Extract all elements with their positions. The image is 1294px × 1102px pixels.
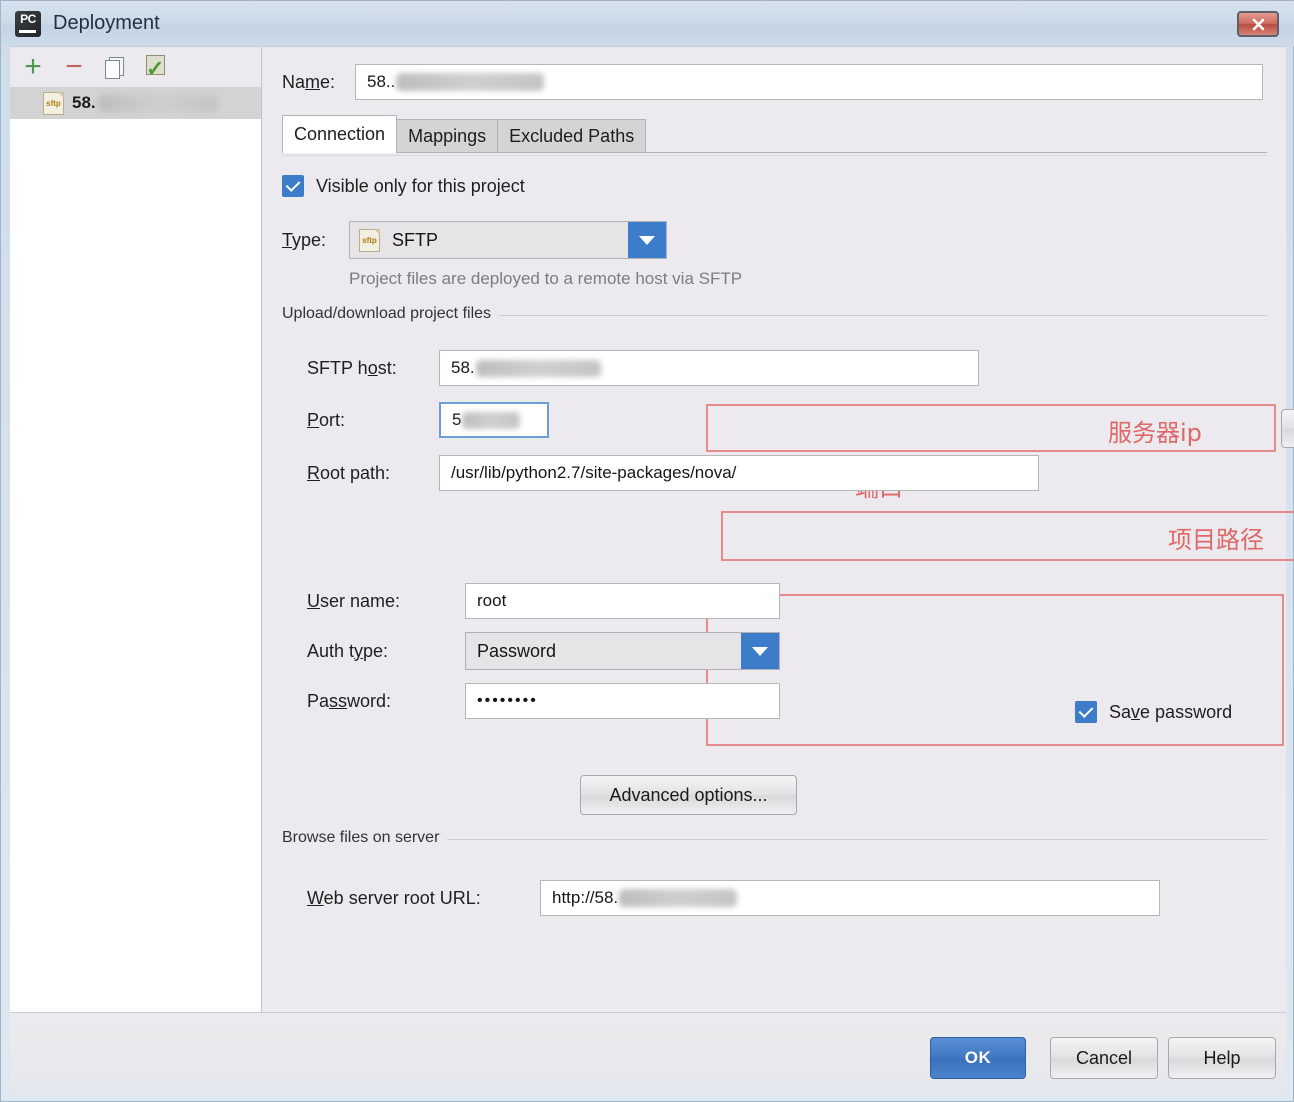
web-server-url-row: Web server root URL: http://58. — [307, 880, 1160, 916]
chevron-down-icon[interactable] — [741, 633, 779, 669]
server-list-toolbar: + − ✓ — [10, 47, 261, 87]
minus-icon: − — [65, 59, 83, 75]
check-icon: ✓ — [146, 59, 164, 79]
web-server-url-label: Web server root URL: — [307, 888, 540, 909]
sftp-host-row: SFTP host: 58. — [307, 350, 979, 386]
dialog-footer: OK Cancel Help — [10, 1012, 1286, 1095]
ok-button[interactable]: OK — [930, 1037, 1026, 1079]
plus-icon: + — [24, 56, 42, 78]
save-password-checkbox[interactable] — [1075, 701, 1097, 723]
type-select-value: SFTP — [392, 230, 438, 251]
settings-panel: Name: 58.. Connection Mappings Excluded … — [263, 47, 1286, 1012]
add-server-icon[interactable]: + — [20, 54, 46, 80]
redacted-port-blur — [462, 412, 520, 429]
redacted-name-blur — [396, 73, 544, 91]
type-row: Type: SFTP — [282, 221, 667, 259]
sftp-icon — [43, 92, 64, 115]
copy-icon-front — [105, 60, 120, 79]
port-row: Port: 5 — [307, 402, 549, 438]
root-path-row: Root path: /usr/lib/python2.7/site-packa… — [307, 455, 1039, 491]
root-path-annotation: 项目路径 — [1168, 520, 1264, 555]
list-item[interactable]: 58. — [10, 87, 261, 119]
pycharm-logo-icon: PC — [15, 11, 41, 37]
tab-bar: Connection Mappings Excluded Paths — [282, 115, 645, 153]
redacted-web-url-blur — [619, 889, 737, 907]
port-input[interactable]: 5 — [439, 402, 549, 438]
auth-type-select[interactable]: Password — [465, 632, 780, 670]
list-item-label: 58. — [72, 93, 96, 113]
tab-connection[interactable]: Connection — [282, 115, 397, 153]
server-list-panel: + − ✓ 58. — [10, 47, 262, 1012]
auth-type-value: Password — [477, 641, 556, 662]
user-name-label: User name: — [307, 591, 465, 612]
sftp-host-label: SFTP host: — [307, 358, 439, 379]
redacted-sftp-host-blur — [476, 360, 601, 377]
tab-divider — [282, 152, 1267, 153]
visible-only-label: Visible only for this project — [316, 176, 525, 197]
close-glyph — [1252, 18, 1265, 31]
port-value: 5 — [452, 410, 461, 430]
redacted-host-blur — [98, 95, 218, 112]
sftp-host-value: 58. — [451, 358, 475, 378]
upload-group-title: Upload/download project files — [282, 305, 499, 323]
web-server-url-input[interactable]: http://58. — [540, 880, 1160, 916]
user-name-row: User name: root — [307, 583, 780, 619]
validate-server-icon[interactable]: ✓ — [143, 54, 169, 80]
sftp-host-input[interactable]: 58. — [439, 350, 979, 386]
title-bar: PC Deployment — [1, 1, 1294, 46]
name-row: Name: 58.. — [263, 64, 1286, 100]
cancel-button[interactable]: Cancel — [1050, 1037, 1158, 1079]
close-icon[interactable] — [1237, 11, 1279, 37]
advanced-options-button[interactable]: Advanced options... — [580, 775, 797, 815]
copy-server-icon[interactable] — [102, 54, 128, 80]
password-row: Password: •••••••• — [307, 683, 780, 719]
name-input-value: 58.. — [367, 72, 395, 92]
password-input[interactable]: •••••••• — [465, 683, 780, 719]
chevron-down-icon[interactable] — [628, 222, 666, 258]
name-label: Name: — [263, 72, 355, 93]
type-select[interactable]: SFTP — [349, 221, 667, 259]
root-path-input[interactable]: /usr/lib/python2.7/site-packages/nova/ — [439, 455, 1039, 491]
name-input[interactable]: 58.. — [355, 64, 1263, 100]
tab-mappings[interactable]: Mappings — [396, 119, 498, 153]
auth-type-row: Auth type: Password — [307, 632, 780, 670]
type-label: Type: — [282, 230, 349, 251]
save-password-row[interactable]: Save password — [1075, 701, 1232, 723]
password-label: Password: — [307, 691, 465, 712]
root-path-label: Root path: — [307, 463, 439, 484]
visible-only-row[interactable]: Visible only for this project — [282, 175, 525, 197]
visible-only-checkbox[interactable] — [282, 175, 304, 197]
sftp-host-annotation: 服务器ip — [1108, 413, 1202, 448]
login-highlight-box — [706, 594, 1284, 746]
remove-server-icon[interactable]: − — [61, 54, 87, 80]
type-hint-text: Project files are deployed to a remote h… — [349, 269, 742, 289]
window-title: Deployment — [53, 12, 160, 35]
save-password-label: Save password — [1109, 702, 1232, 723]
dialog-content: + − ✓ 58. — [10, 46, 1286, 1012]
web-server-url-value: http://58. — [552, 888, 618, 908]
sftp-icon — [359, 229, 380, 252]
test-sftp-connection-button[interactable]: Test SFTP connection... — [1281, 409, 1294, 448]
auth-type-label: Auth type: — [307, 641, 465, 662]
help-button[interactable]: Help — [1168, 1037, 1276, 1079]
deployment-dialog: PC Deployment + − — [0, 0, 1294, 1102]
tab-excluded-paths[interactable]: Excluded Paths — [497, 119, 646, 153]
tab-divider-shadow — [282, 155, 1267, 156]
browse-group-title: Browse files on server — [282, 829, 447, 847]
port-label: Port: — [307, 410, 439, 431]
user-name-input[interactable]: root — [465, 583, 780, 619]
